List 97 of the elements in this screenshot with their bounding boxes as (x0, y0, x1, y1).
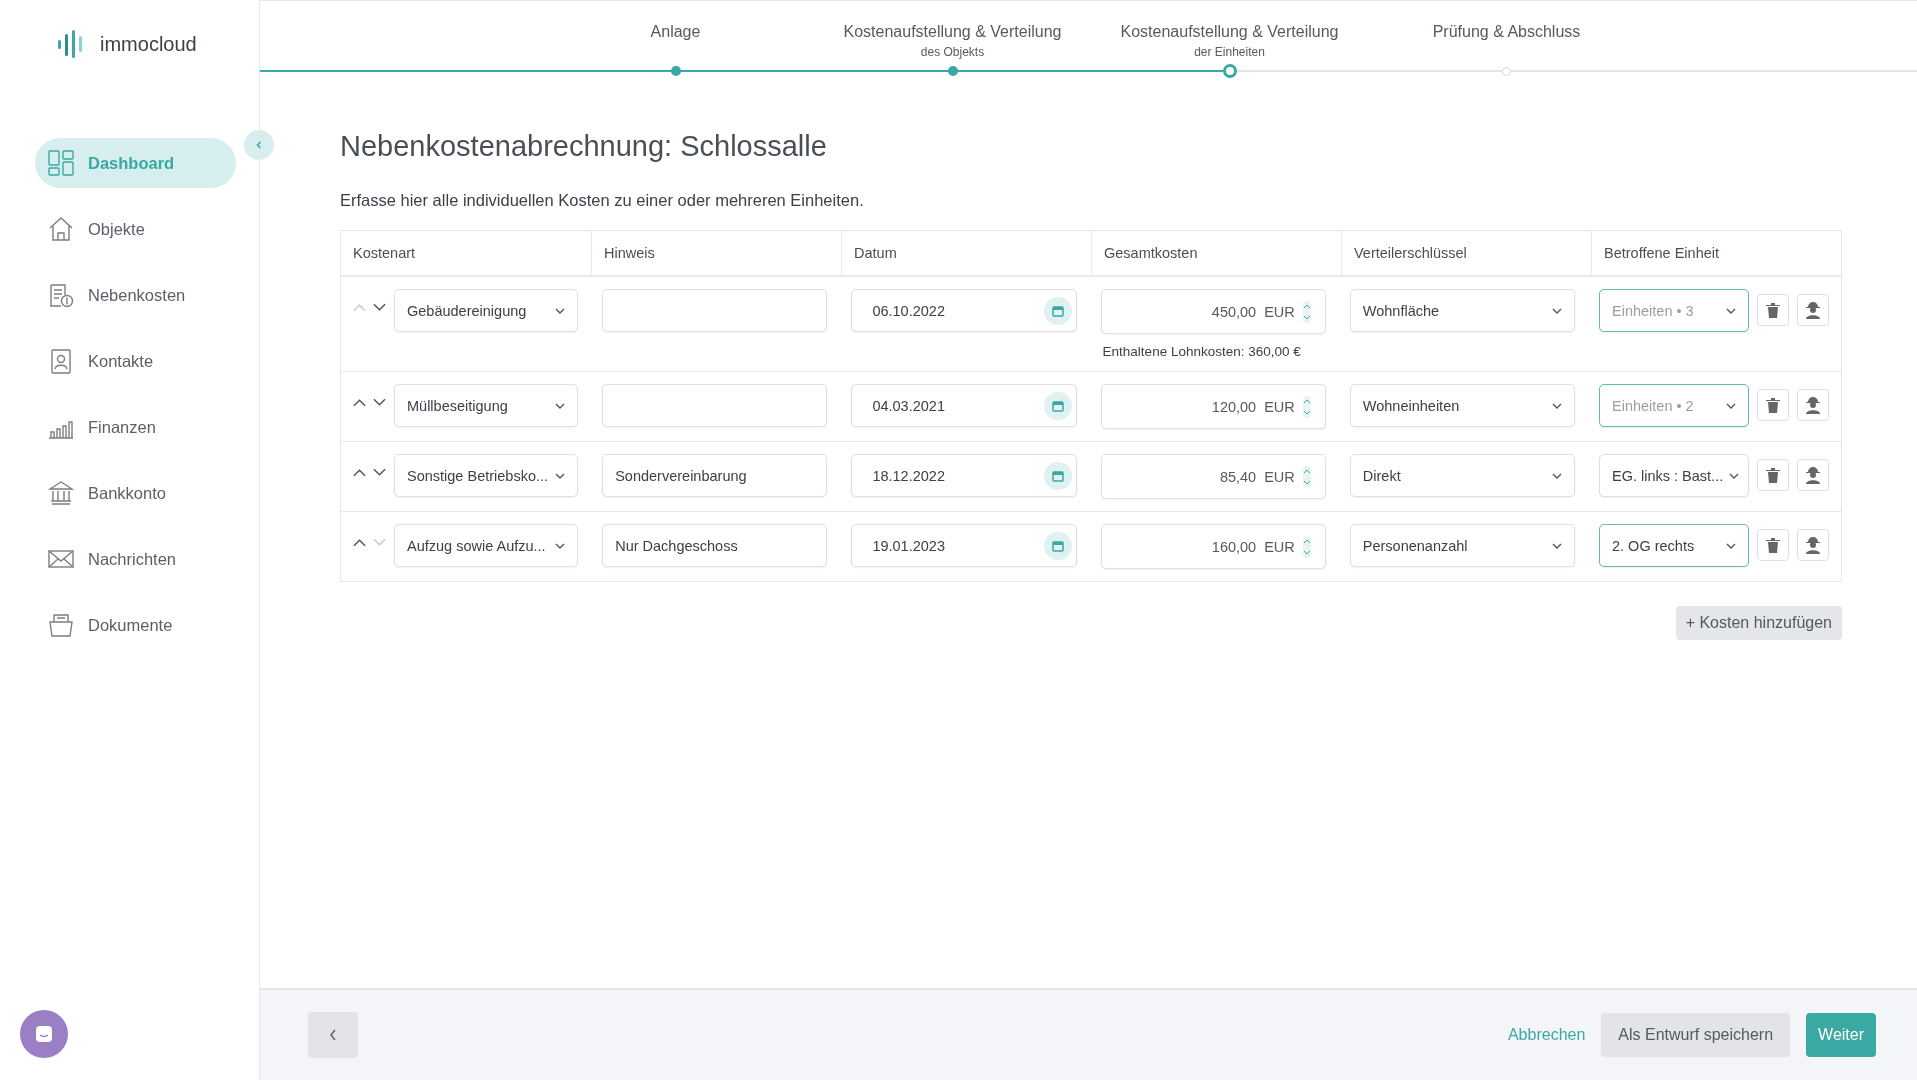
date-field[interactable]: 04.03.2021 (851, 384, 1077, 427)
worker-icon (1805, 396, 1821, 414)
move-up-icon[interactable] (353, 468, 366, 477)
column-header: Hinweis (591, 231, 841, 275)
worker-button[interactable] (1797, 294, 1829, 326)
distribution-key-select[interactable]: Wohneinheiten (1349, 384, 1575, 427)
move-down-icon[interactable] (373, 398, 386, 407)
nav-item[interactable]: Nachrichten (35, 534, 236, 584)
spinner-arrows-icon[interactable] (1302, 535, 1311, 558)
chat-icon (34, 1024, 54, 1044)
brand-name: immocloud (100, 32, 197, 56)
date-field[interactable]: 19.01.2023 (851, 524, 1077, 567)
column-header: Betroffene Einheit (1591, 231, 1841, 275)
worker-icon (1805, 466, 1821, 484)
chevron-down-icon (1726, 402, 1736, 409)
trash-icon (1766, 397, 1780, 413)
column-header: Datum (841, 231, 1091, 275)
trash-icon (1766, 537, 1780, 553)
chat-button[interactable] (20, 1010, 68, 1058)
worker-button[interactable] (1797, 389, 1829, 421)
stepper-step[interactable]: Kostenaufstellung & Verteilung des Objekts (814, 1, 1091, 78)
column-header: Kostenart (352, 244, 417, 263)
chevron-down-icon (1729, 472, 1740, 479)
hint-field[interactable] (602, 384, 828, 427)
distribution-key-select[interactable]: Personenanzahl (1349, 524, 1575, 567)
add-cost-button[interactable]: + Kosten hinzufügen (1675, 606, 1842, 640)
house-icon (48, 216, 74, 242)
column-header: Verteilerschlüssel (1341, 231, 1591, 275)
calendar-icon[interactable] (1043, 461, 1072, 490)
nav-item[interactable]: Nebenkosten (35, 270, 236, 320)
calendar-icon[interactable] (1043, 296, 1072, 325)
hint-field[interactable]: Nur Dachgeschoss (602, 524, 828, 567)
chevron-down-icon (555, 307, 566, 314)
spinner-arrows-icon[interactable] (1302, 300, 1311, 323)
calendar-icon[interactable] (1043, 531, 1072, 560)
contact-icon (48, 348, 74, 374)
move-up-icon[interactable] (353, 538, 366, 547)
spinner-arrows-icon[interactable] (1302, 465, 1311, 488)
delete-button[interactable] (1757, 294, 1789, 326)
stepper-step[interactable]: Anlage (537, 1, 814, 78)
delete-button[interactable] (1757, 529, 1789, 561)
chevron-down-icon (1726, 542, 1736, 549)
amount-field[interactable]: 450,00 EUR (1100, 289, 1326, 334)
chevron-down-icon (555, 402, 566, 409)
amount-field[interactable]: 160,00 EUR (1100, 524, 1326, 569)
chevron-down-icon (1552, 542, 1562, 549)
bank-icon (48, 480, 74, 506)
chevron-down-icon (1552, 472, 1562, 479)
save-draft-button[interactable]: Als Entwurf speichern (1601, 1013, 1791, 1057)
move-up-icon[interactable] (353, 398, 366, 407)
cost-type-select[interactable]: Sonstige Betriebsko... (394, 454, 579, 497)
chevron-left-icon (328, 1028, 338, 1042)
spinner-arrows-icon[interactable] (1302, 395, 1311, 418)
worker-button[interactable] (1797, 459, 1829, 491)
unit-select[interactable]: EG. links : Bast... (1599, 454, 1749, 497)
dashboard-icon (48, 150, 74, 176)
chevron-down-icon (555, 472, 566, 479)
delete-button[interactable] (1757, 459, 1789, 491)
cost-type-select[interactable]: Gebäudereinigung (394, 289, 579, 332)
intro-text: Erfasse hier alle individuellen Kosten zu einer oder mehreren Einheiten. (340, 191, 865, 210)
worker-icon (1805, 301, 1821, 319)
stepper-step[interactable]: Prüfung & Abschluss (1368, 1, 1645, 78)
move-down-icon[interactable] (373, 303, 386, 312)
page-title: Nebenkostenabrechnung: Schlossalle (340, 130, 828, 163)
hint-field[interactable]: Sondervereinbarung (602, 454, 828, 497)
chevron-down-icon (555, 542, 566, 549)
amount-field[interactable]: 85,40 EUR (1100, 454, 1326, 499)
unit-select[interactable]: 2. OG rechts (1599, 524, 1749, 567)
receipt-icon (48, 282, 74, 308)
move-down-icon[interactable] (373, 468, 386, 477)
stepper-step[interactable]: Kostenaufstellung & Verteilung der Einheiten (1091, 1, 1368, 78)
cost-type-select[interactable]: Aufzug sowie Aufzu... (394, 524, 579, 567)
hint-field[interactable] (602, 289, 828, 332)
chevron-left-icon (254, 140, 264, 150)
worker-icon (1805, 536, 1821, 554)
wage-costs-note: Enthaltene Lohnkosten: 360,00 € (1101, 344, 1302, 359)
nav-item[interactable]: Bankkonto (35, 468, 236, 518)
trash-icon (1766, 467, 1780, 483)
column-header: Gesamtkosten (1091, 231, 1341, 275)
chevron-down-icon (1726, 307, 1736, 314)
calendar-icon[interactable] (1043, 391, 1072, 420)
cost-type-select[interactable]: Müllbeseitigung (394, 384, 579, 427)
distribution-key-select[interactable]: Wohnfläche (1349, 289, 1575, 332)
nav-item[interactable]: Kontakte (35, 336, 236, 386)
nav-item[interactable]: Finanzen (35, 402, 236, 452)
trash-icon (1766, 302, 1780, 318)
date-field[interactable]: 18.12.2022 (851, 454, 1077, 497)
date-field[interactable]: 06.10.2022 (851, 289, 1077, 332)
distribution-key-select[interactable]: Direkt (1349, 454, 1575, 497)
nav-item[interactable]: Dokumente (35, 600, 236, 650)
nav-item[interactable]: Objekte (35, 204, 236, 254)
amount-field[interactable]: 120,00 EUR (1100, 384, 1326, 429)
folder-icon (48, 612, 74, 638)
delete-button[interactable] (1757, 389, 1789, 421)
chevron-down-icon (1552, 402, 1562, 409)
worker-button[interactable] (1797, 529, 1829, 561)
chevron-down-icon (1552, 307, 1562, 314)
